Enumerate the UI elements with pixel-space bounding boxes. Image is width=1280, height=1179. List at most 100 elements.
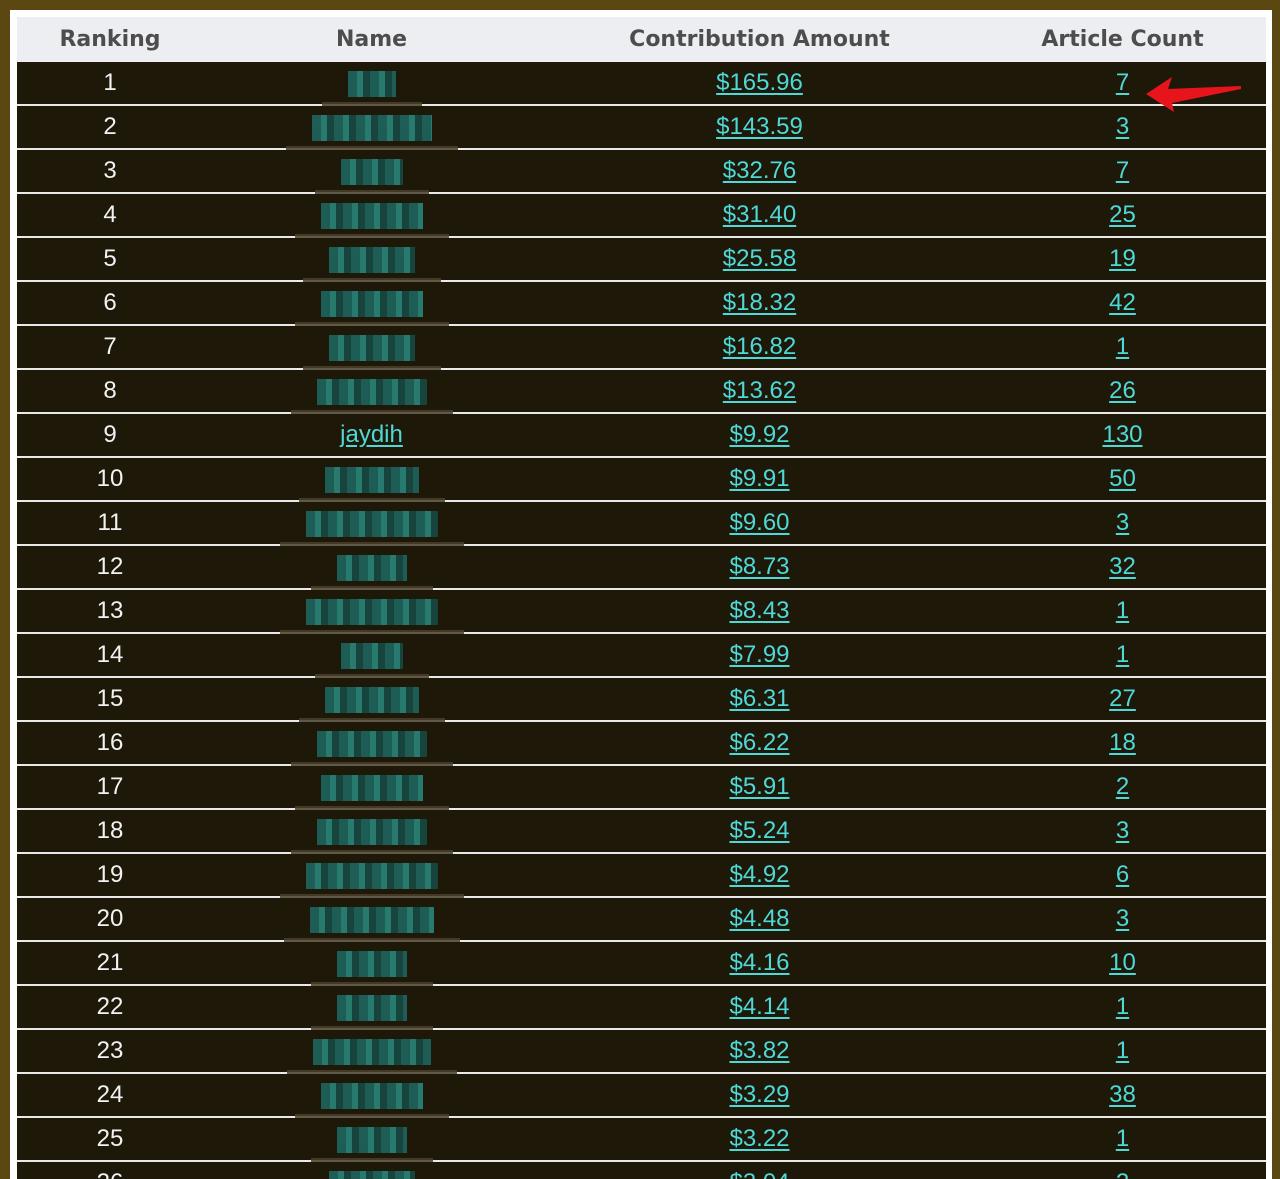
rank-cell: 3 [17, 149, 203, 194]
article-count-link[interactable]: 2 [1116, 1169, 1129, 1179]
name-cell [203, 985, 540, 1030]
rank-cell: 24 [17, 1073, 203, 1118]
redacted-username[interactable] [285, 114, 458, 150]
article-count-link[interactable]: 19 [1109, 245, 1136, 272]
rank-cell: 23 [17, 1029, 203, 1074]
article-count-link[interactable]: 10 [1109, 949, 1136, 976]
article-count-link[interactable]: 1 [1116, 597, 1129, 624]
name-cell [203, 589, 540, 634]
redacted-username[interactable] [294, 1082, 449, 1118]
contribution-amount-link[interactable]: $8.43 [729, 597, 789, 624]
contribution-amount-link[interactable]: $32.76 [723, 157, 796, 184]
redacted-username[interactable] [314, 642, 429, 678]
table-row: 17 $5.91 2 [17, 765, 1266, 810]
redacted-username[interactable] [290, 818, 453, 854]
contribution-amount-link[interactable]: $3.22 [729, 1125, 789, 1152]
contribution-amount-link[interactable]: $5.91 [729, 773, 789, 800]
amount-cell: $3.22 [540, 1117, 979, 1162]
redacted-username[interactable] [302, 246, 441, 282]
article-count-link[interactable]: 18 [1109, 729, 1136, 756]
article-count-link[interactable]: 2 [1116, 773, 1129, 800]
article-count-link[interactable]: 6 [1116, 861, 1129, 888]
article-count-link[interactable]: 3 [1116, 817, 1129, 844]
article-count-link[interactable]: 3 [1116, 509, 1129, 536]
contribution-amount-link[interactable]: $16.82 [723, 333, 796, 360]
amount-cell: $18.32 [540, 281, 979, 326]
contribution-amount-link[interactable]: $3.29 [729, 1081, 789, 1108]
article-count-link[interactable]: 26 [1109, 377, 1136, 404]
rank-cell: 2 [17, 105, 203, 150]
contribution-amount-link[interactable]: $4.14 [729, 993, 789, 1020]
table-row: 25 $3.22 1 [17, 1117, 1266, 1162]
contribution-amount-link[interactable]: $9.91 [729, 465, 789, 492]
article-count-link[interactable]: 1 [1116, 1125, 1129, 1152]
contribution-amount-link[interactable]: $7.99 [729, 641, 789, 668]
redacted-username[interactable] [310, 1126, 433, 1162]
redacted-username[interactable] [310, 554, 433, 590]
contribution-amount-link[interactable]: $6.22 [729, 729, 789, 756]
article-count-link[interactable]: 7 [1116, 157, 1129, 184]
contribution-amount-link[interactable]: $4.92 [729, 861, 789, 888]
column-header-article-count: Article Count [979, 17, 1266, 62]
contribution-amount-link[interactable]: $13.62 [723, 377, 796, 404]
redacted-username[interactable] [328, 1170, 415, 1179]
name-cell [203, 941, 540, 986]
article-count-link[interactable]: 1 [1116, 1037, 1129, 1064]
article-count-link[interactable]: 1 [1116, 333, 1129, 360]
table-row: 8 $13.62 26 [17, 369, 1266, 414]
article-count-link[interactable]: 3 [1116, 905, 1129, 932]
amount-cell: $3.04 [540, 1161, 979, 1179]
name-cell [203, 325, 540, 370]
redacted-username[interactable] [279, 510, 464, 546]
redacted-username[interactable] [298, 686, 445, 722]
contribution-amount-link[interactable]: $31.40 [723, 201, 796, 228]
article-count-link[interactable]: 1 [1116, 993, 1129, 1020]
contribution-amount-link[interactable]: $3.82 [729, 1037, 789, 1064]
article-count-link[interactable]: 130 [1102, 421, 1142, 448]
redacted-username[interactable] [310, 994, 433, 1030]
table-row: 10 $9.91 50 [17, 457, 1266, 502]
redacted-username[interactable] [321, 70, 422, 106]
redacted-username[interactable] [294, 202, 449, 238]
redacted-username[interactable] [283, 906, 460, 942]
contribution-amount-link[interactable]: $8.73 [729, 553, 789, 580]
contribution-amount-link[interactable]: $143.59 [716, 113, 803, 140]
contribution-amount-link[interactable]: $6.31 [729, 685, 789, 712]
table-row: 13 $8.43 1 [17, 589, 1266, 634]
redacted-username[interactable] [298, 466, 445, 502]
article-count-link[interactable]: 25 [1109, 201, 1136, 228]
article-count-cell: 3 [979, 809, 1266, 854]
redacted-username[interactable] [279, 862, 464, 898]
redacted-username[interactable] [294, 290, 449, 326]
contribution-amount-link[interactable]: $9.92 [729, 421, 789, 448]
redacted-username[interactable] [310, 950, 433, 986]
contribution-amount-link[interactable]: $3.04 [729, 1169, 789, 1179]
username-link[interactable]: jaydih [340, 421, 403, 448]
redacted-username[interactable] [294, 774, 449, 810]
redacted-username[interactable] [314, 158, 429, 194]
contribution-amount-link[interactable]: $18.32 [723, 289, 796, 316]
redacted-username[interactable] [279, 598, 464, 634]
contribution-amount-link[interactable]: $5.24 [729, 817, 789, 844]
contribution-amount-link[interactable]: $25.58 [723, 245, 796, 272]
article-count-link[interactable]: 32 [1109, 553, 1136, 580]
article-count-cell: 26 [979, 369, 1266, 414]
redacted-username[interactable] [302, 334, 441, 370]
redacted-username[interactable] [290, 378, 453, 414]
article-count-link[interactable]: 7 [1116, 69, 1129, 96]
contribution-amount-link[interactable]: $165.96 [716, 69, 803, 96]
redacted-username[interactable] [290, 730, 453, 766]
redacted-username[interactable] [286, 1038, 457, 1074]
article-count-link[interactable]: 3 [1116, 113, 1129, 140]
article-count-link[interactable]: 50 [1109, 465, 1136, 492]
article-count-link[interactable]: 38 [1109, 1081, 1136, 1108]
name-cell: jaydih [203, 413, 540, 458]
article-count-link[interactable]: 1 [1116, 641, 1129, 668]
article-count-link[interactable]: 27 [1109, 685, 1136, 712]
table-row: 12 $8.73 32 [17, 545, 1266, 590]
contribution-amount-link[interactable]: $4.16 [729, 949, 789, 976]
contribution-amount-link[interactable]: $9.60 [729, 509, 789, 536]
amount-cell: $6.31 [540, 677, 979, 722]
contribution-amount-link[interactable]: $4.48 [729, 905, 789, 932]
article-count-link[interactable]: 42 [1109, 289, 1136, 316]
